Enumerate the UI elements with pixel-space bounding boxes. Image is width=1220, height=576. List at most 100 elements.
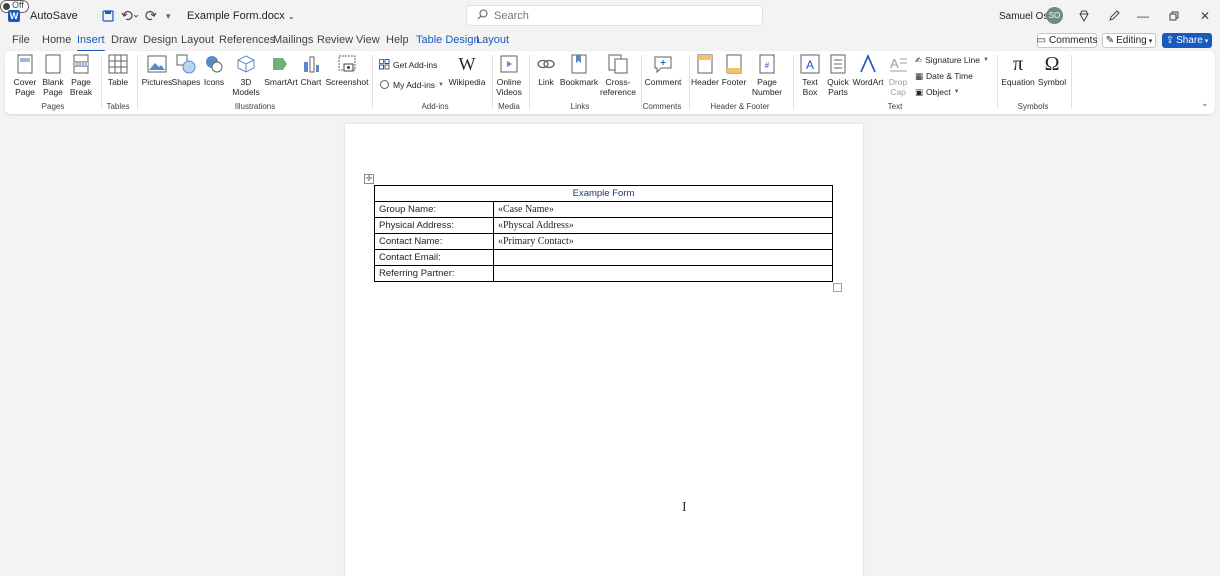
tab-insert[interactable]: Insert — [77, 32, 105, 52]
wikipedia-button[interactable]: W Wikipedia — [449, 53, 486, 87]
signature-line-button[interactable]: ✍ Signature Line ▼ — [915, 53, 989, 67]
row-label[interactable]: Referring Partner: — [374, 265, 494, 282]
3d-models-label: 3D Models — [232, 77, 260, 97]
tab-view[interactable]: View — [356, 32, 380, 50]
object-button[interactable]: ▣ Object ▼ — [915, 85, 960, 99]
table-row: Physical Address: «Physcal Address» — [374, 217, 833, 234]
redo-icon[interactable] — [145, 0, 157, 32]
comments-button-label: Comments — [1049, 35, 1098, 46]
quick-parts-button[interactable]: Quick Parts — [825, 53, 851, 97]
row-value[interactable]: «Primary Contact» — [493, 233, 833, 250]
object-icon: ▣ — [915, 86, 924, 97]
close-button[interactable]: ✕ — [1190, 0, 1220, 32]
undo-icon[interactable] — [121, 0, 139, 32]
page-number-icon: # — [756, 53, 778, 75]
group-label-links: Links — [570, 102, 590, 111]
date-time-label: Date & Time — [926, 71, 973, 81]
share-button-label: Share — [1176, 35, 1203, 46]
table-title[interactable]: Example Form — [374, 185, 833, 202]
table-row: Group Name: «Case Name» — [374, 201, 833, 218]
row-value[interactable]: «Physcal Address» — [493, 217, 833, 234]
comments-button[interactable]: ▭ Comments — [1037, 33, 1097, 48]
wordart-button[interactable]: WordArt — [852, 53, 884, 87]
tab-layout[interactable]: Layout — [181, 32, 214, 50]
tab-table-layout[interactable]: Layout — [476, 32, 509, 50]
tab-draw[interactable]: Draw — [111, 32, 137, 50]
icons-button[interactable]: Icons — [202, 53, 226, 87]
3d-models-button[interactable]: 3D Models — [229, 53, 263, 97]
pictures-button[interactable]: Pictures — [142, 53, 172, 87]
quick-access-more-icon[interactable]: ▾ — [166, 0, 171, 32]
row-label[interactable]: Contact Name: — [374, 233, 494, 250]
row-value[interactable] — [493, 265, 833, 282]
header-button[interactable]: Header — [691, 53, 719, 87]
my-addins-label: My Add-ins — [393, 80, 436, 90]
avatar[interactable]: SO — [1046, 7, 1063, 24]
row-label[interactable]: Contact Email: — [374, 249, 494, 266]
restore-button[interactable] — [1159, 0, 1189, 32]
my-addins-button[interactable]: My Add-ins ▼ — [379, 78, 444, 92]
page-break-button[interactable]: Page Break — [67, 53, 95, 97]
screenshot-label: Screenshot — [325, 77, 369, 87]
row-label[interactable]: Group Name: — [374, 201, 494, 218]
comment-button[interactable]: Comment — [645, 53, 681, 87]
tab-help[interactable]: Help — [386, 32, 409, 50]
cross-reference-button[interactable]: Cross-reference — [599, 53, 637, 97]
text-box-button[interactable]: A Text Box — [797, 53, 823, 97]
smartart-button[interactable]: SmartArt — [264, 53, 298, 87]
collapse-ribbon-icon[interactable]: ⌄ — [1201, 98, 1209, 109]
editing-mode-button[interactable]: ✎ Editing ▾ — [1102, 33, 1156, 48]
shapes-button[interactable]: Shapes — [172, 53, 200, 87]
ribbon-separator — [689, 55, 690, 109]
table-move-handle-icon[interactable]: ✛ — [364, 174, 374, 184]
pen-icon[interactable] — [1108, 0, 1120, 32]
get-addins-button[interactable]: Get Add-ins — [379, 58, 437, 72]
table-resize-handle[interactable] — [833, 283, 842, 292]
tab-mailings[interactable]: Mailings — [273, 32, 313, 50]
footer-button[interactable]: Footer — [721, 53, 747, 87]
tab-home[interactable]: Home — [42, 32, 71, 50]
tab-table-design[interactable]: Table Design — [416, 32, 480, 50]
bookmark-button[interactable]: Bookmark — [559, 53, 599, 87]
row-value[interactable] — [493, 249, 833, 266]
row-value[interactable]: «Case Name» — [493, 201, 833, 218]
comment-icon: ▭ — [1036, 35, 1047, 46]
wordart-label: WordArt — [852, 77, 884, 87]
group-label-addins: Add-ins — [421, 102, 449, 111]
tab-references[interactable]: References — [219, 32, 275, 50]
shapes-icon — [175, 53, 197, 75]
ribbon-separator — [997, 55, 998, 109]
screenshot-button[interactable]: Screenshot — [325, 53, 369, 87]
minimize-button[interactable]: — — [1128, 0, 1158, 32]
page-break-label: Page Break — [69, 77, 93, 97]
tab-review[interactable]: Review — [317, 32, 353, 50]
row-label[interactable]: Physical Address: — [374, 217, 494, 234]
footer-label: Footer — [721, 77, 747, 87]
symbol-button[interactable]: Ω Symbol — [1037, 53, 1067, 87]
link-button[interactable]: Link — [533, 53, 559, 87]
table-button[interactable]: Table — [105, 53, 131, 87]
drop-cap-button[interactable]: A Drop Cap — [885, 53, 911, 97]
tab-design[interactable]: Design — [143, 32, 177, 50]
bookmark-label: Bookmark — [559, 77, 599, 87]
tab-file[interactable]: File — [12, 32, 30, 50]
date-time-button[interactable]: ▦ Date & Time — [915, 69, 973, 83]
online-videos-button[interactable]: Online Videos — [495, 53, 523, 97]
document-title[interactable]: Example Form.docx ⌄ — [187, 0, 295, 32]
blank-page-button[interactable]: Blank Page — [41, 53, 65, 97]
wordart-icon — [857, 53, 879, 75]
group-label-media: Media — [498, 102, 520, 111]
search-input[interactable] — [494, 9, 734, 22]
chart-button[interactable]: Chart — [299, 53, 323, 87]
page-number-button[interactable]: # Page Number — [747, 53, 787, 97]
example-form-table[interactable]: Example Form Group Name: «Case Name» Phy… — [374, 185, 833, 282]
diamond-icon[interactable] — [1078, 0, 1090, 32]
share-button[interactable]: ⇪ Share ▾ — [1162, 33, 1212, 48]
equation-button[interactable]: π Equation — [1001, 53, 1035, 87]
cover-page-button[interactable]: Cover Page — [9, 53, 41, 97]
blank-page-label: Blank Page — [42, 77, 64, 97]
search-box[interactable] — [466, 5, 763, 26]
cover-page-icon — [14, 53, 36, 75]
page-break-icon — [70, 53, 92, 75]
save-icon[interactable] — [102, 0, 114, 32]
